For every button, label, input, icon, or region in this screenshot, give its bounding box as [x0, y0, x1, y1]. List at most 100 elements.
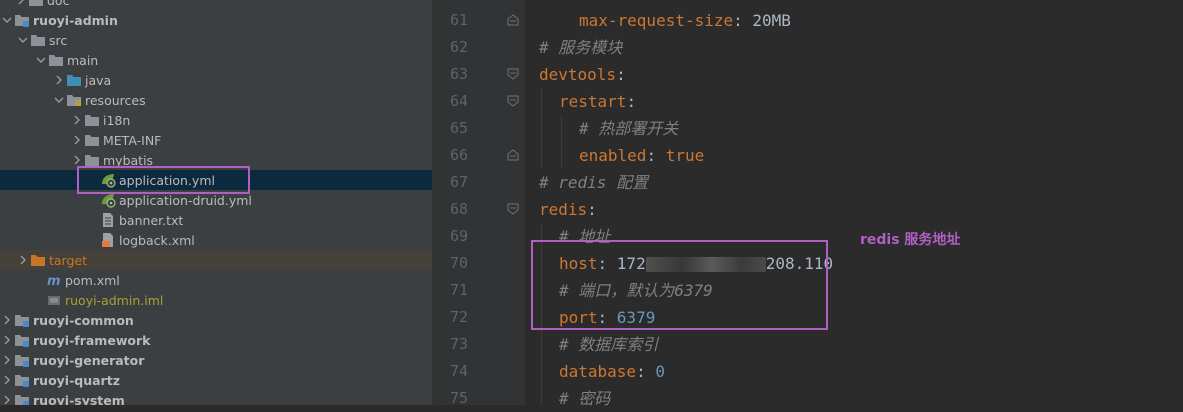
tree-item-ruoyi-generator[interactable]: ruoyi-generator [0, 350, 432, 370]
tree-item-main[interactable]: main [0, 50, 432, 70]
folder-icon [84, 132, 100, 148]
line-number: 66 [449, 146, 468, 164]
tree-item-label: resources [85, 92, 146, 108]
fold-start-icon[interactable] [507, 68, 519, 80]
chevron-down-icon[interactable] [0, 10, 14, 30]
code-line-64: restart: [559, 88, 636, 115]
tree-item-target[interactable]: target [0, 250, 432, 270]
resources-folder-icon [66, 92, 82, 108]
chevron-right-icon[interactable] [0, 310, 14, 330]
module-folder-icon [14, 332, 30, 348]
highlight-box-application-yml [77, 166, 250, 194]
tree-item-logback-xml[interactable]: logback.xml [0, 230, 432, 250]
tree-item-label: ruoyi-common [33, 312, 134, 328]
chevron-right-icon[interactable] [14, 0, 28, 10]
line-number: 73 [449, 335, 468, 353]
line-number: 71 [449, 281, 468, 299]
tree-item-label: src [49, 32, 68, 48]
tree-item-label: i18n [103, 112, 131, 128]
tree-item-i18n[interactable]: i18n [0, 110, 432, 130]
yaml-key: enabled [579, 146, 647, 165]
tree-item-label: ruoyi-admin [33, 12, 118, 28]
fold-end-icon[interactable] [507, 149, 519, 161]
xml-file-icon [100, 232, 116, 248]
chevron-right-icon[interactable] [0, 370, 14, 390]
tree-item-ruoyi-framework[interactable]: ruoyi-framework [0, 330, 432, 350]
line-number: 75 [449, 389, 468, 407]
editor-gutter: 61 62 63 64 65 66 67 68 69 70 71 72 73 7… [433, 0, 525, 407]
tree-item-label: ruoyi-system [33, 392, 125, 406]
tree-item-java[interactable]: java [0, 70, 432, 90]
tree-item-label: ruoyi-admin.iml [65, 292, 164, 308]
chevron-down-icon[interactable] [34, 50, 48, 70]
module-folder-icon [14, 352, 30, 368]
yaml-value: 0 [655, 362, 665, 381]
yaml-value: 20MB [752, 11, 791, 30]
text-file-icon [100, 212, 116, 228]
tree-item-resources[interactable]: resources [0, 90, 432, 110]
tree-item-ruoyi-common[interactable]: ruoyi-common [0, 310, 432, 330]
project-tree-panel: doc ruoyi-admin src main java resources … [0, 0, 432, 405]
chevron-right-icon[interactable] [70, 130, 84, 150]
code-line-61: max-request-size: 20MB [579, 7, 791, 34]
tree-item-label: ruoyi-generator [33, 352, 145, 368]
tree-item-label: doc [47, 0, 70, 8]
line-number: 65 [449, 119, 468, 137]
module-folder-icon [14, 372, 30, 388]
yaml-value: true [665, 146, 705, 165]
tree-item-pom-xml[interactable]: m pom.xml [0, 270, 432, 290]
yaml-separator: : [636, 362, 656, 381]
yaml-separator: : [616, 65, 626, 84]
yaml-key: devtools [539, 65, 617, 84]
code-line-65: # 热部署开关 [579, 119, 679, 138]
svg-text:m: m [47, 274, 61, 287]
code-line-67: # redis 配置 [539, 173, 649, 192]
tree-item-ruoyi-system[interactable]: ruoyi-system [0, 390, 432, 405]
folder-icon [28, 0, 44, 8]
iml-file-icon [46, 292, 62, 308]
tree-item-ruoyi-quartz[interactable]: ruoyi-quartz [0, 370, 432, 390]
chevron-down-icon[interactable] [52, 90, 66, 110]
chevron-down-icon[interactable] [16, 30, 30, 50]
tree-item-label: banner.txt [119, 212, 184, 228]
tree-item-ruoyi-admin[interactable]: ruoyi-admin [0, 10, 432, 30]
tree-item-ruoyi-admin-iml[interactable]: ruoyi-admin.iml [0, 290, 432, 310]
chevron-right-icon[interactable] [0, 350, 14, 370]
chevron-right-icon[interactable] [0, 330, 14, 350]
line-number: 72 [449, 308, 468, 326]
chevron-right-icon[interactable] [16, 250, 30, 270]
chevron-right-icon[interactable] [0, 390, 14, 405]
tree-item-label: logback.xml [119, 232, 195, 248]
tree-item-doc[interactable]: doc [0, 0, 432, 10]
code-line-66: enabled: true [579, 142, 704, 169]
code-line-75: # 密码 [559, 389, 611, 408]
yaml-separator: : [646, 146, 666, 165]
line-number: 68 [449, 200, 468, 218]
yaml-separator: : [626, 92, 637, 111]
yaml-separator: : [587, 200, 597, 219]
folder-icon [48, 52, 64, 68]
line-number: 63 [449, 65, 468, 83]
chevron-right-icon[interactable] [70, 110, 84, 130]
code-line-68: redis: [539, 196, 597, 223]
tree-item-src[interactable]: src [0, 30, 432, 50]
tree-item-label: application-druid.yml [119, 192, 252, 208]
tree-item-banner-txt[interactable]: banner.txt [0, 210, 432, 230]
fold-start-icon[interactable] [507, 95, 519, 107]
line-number: 67 [449, 173, 468, 191]
tree-item-meta-inf[interactable]: META-INF [0, 130, 432, 150]
fold-end-icon[interactable] [507, 14, 519, 26]
folder-icon [30, 32, 46, 48]
excluded-folder-icon [30, 252, 46, 268]
code-editor[interactable]: max-request-size: 20MB # 服务模块 devtools: … [525, 0, 1183, 408]
source-folder-icon [66, 72, 82, 88]
folder-icon [84, 112, 100, 128]
fold-start-icon[interactable] [507, 203, 519, 215]
line-number: 62 [449, 38, 468, 56]
spring-yaml-icon [100, 192, 116, 208]
code-line-73: # 数据库索引 [559, 335, 659, 354]
chevron-right-icon[interactable] [52, 70, 66, 90]
annotation-label: redis 服务地址 [860, 232, 961, 248]
highlight-box-redis-config [531, 240, 828, 330]
indent-guide [541, 88, 542, 169]
